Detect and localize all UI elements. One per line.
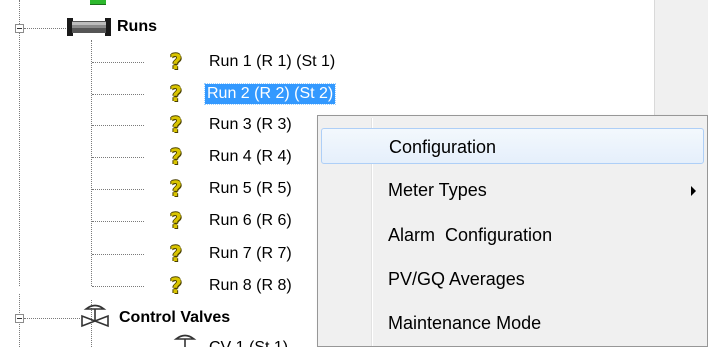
menu-item-maintenance-mode[interactable]: Maintenance Mode	[321, 305, 704, 341]
tree-node-label: Run 5 (R 5)	[209, 180, 292, 197]
tree-line	[24, 28, 66, 29]
tree-node-label: CV 1 (St 1)	[209, 338, 288, 347]
tree-line	[92, 254, 144, 255]
menu-item-meter-types[interactable]: Meter Types	[321, 172, 704, 208]
menu-item-label: Alarm Configuration	[388, 225, 553, 245]
menu-item-configuration[interactable]: Configuration	[321, 128, 704, 164]
tree-line	[92, 157, 144, 158]
question-mark-icon: ?	[169, 209, 183, 233]
tree-line	[92, 62, 144, 63]
menu-item-label: PV/GQ Averages	[388, 269, 525, 289]
meter-run-icon	[67, 18, 111, 36]
tree-node-label: Run 4 (R 4)	[209, 148, 292, 165]
tree-line	[19, 0, 20, 286]
tree-line	[91, 40, 92, 286]
question-mark-icon: ?	[169, 177, 183, 201]
tree-line	[92, 221, 144, 222]
tree-node-label: Control Valves	[119, 309, 231, 326]
tree-line	[92, 189, 144, 190]
question-mark-icon: ?	[169, 242, 183, 266]
question-mark-icon: ?	[169, 82, 183, 106]
partial-status-icon	[90, 0, 106, 5]
menu-item-label: Configuration	[389, 137, 497, 157]
menu-item-alarm-configuration[interactable]: Alarm Configuration	[321, 217, 704, 253]
tree-node-label: Runs	[117, 18, 157, 35]
menu-item-label: Maintenance Mode	[388, 313, 542, 333]
tree-node-label: Run 8 (R 8)	[209, 277, 292, 294]
question-mark-icon: ?	[169, 274, 183, 298]
application-window: Runs ? Run 1 (R 1) (St 1) ? Run 2 (R 2) …	[0, 0, 708, 347]
tree-node-label: Run 7 (R 7)	[209, 245, 292, 262]
submenu-arrow-icon	[691, 186, 696, 196]
tree-node-label: Run 3 (R 3)	[209, 116, 292, 133]
collapse-icon[interactable]	[15, 314, 24, 323]
tree-node-label: Run 1 (R 1) (St 1)	[209, 53, 336, 70]
menu-item-pv-gq-averages[interactable]: PV/GQ Averages	[321, 261, 704, 297]
tree-line	[92, 286, 144, 287]
tree-line	[92, 125, 144, 126]
question-mark-icon: ?	[169, 113, 183, 137]
collapse-icon[interactable]	[15, 24, 24, 33]
question-mark-icon: ?	[169, 50, 183, 74]
question-mark-icon: ?	[169, 145, 183, 169]
menu-item-label: Meter Types	[388, 180, 487, 200]
control-valve-icon	[173, 334, 197, 347]
tree-node-label-selected: Run 2 (R 2) (St 2)	[203, 83, 337, 105]
tree-node-label: Run 6 (R 6)	[209, 212, 292, 229]
control-valve-icon	[81, 304, 109, 328]
tree-line	[24, 318, 80, 319]
context-menu: Configuration Meter Types Alarm Configur…	[317, 115, 708, 347]
tree-line	[92, 94, 144, 95]
